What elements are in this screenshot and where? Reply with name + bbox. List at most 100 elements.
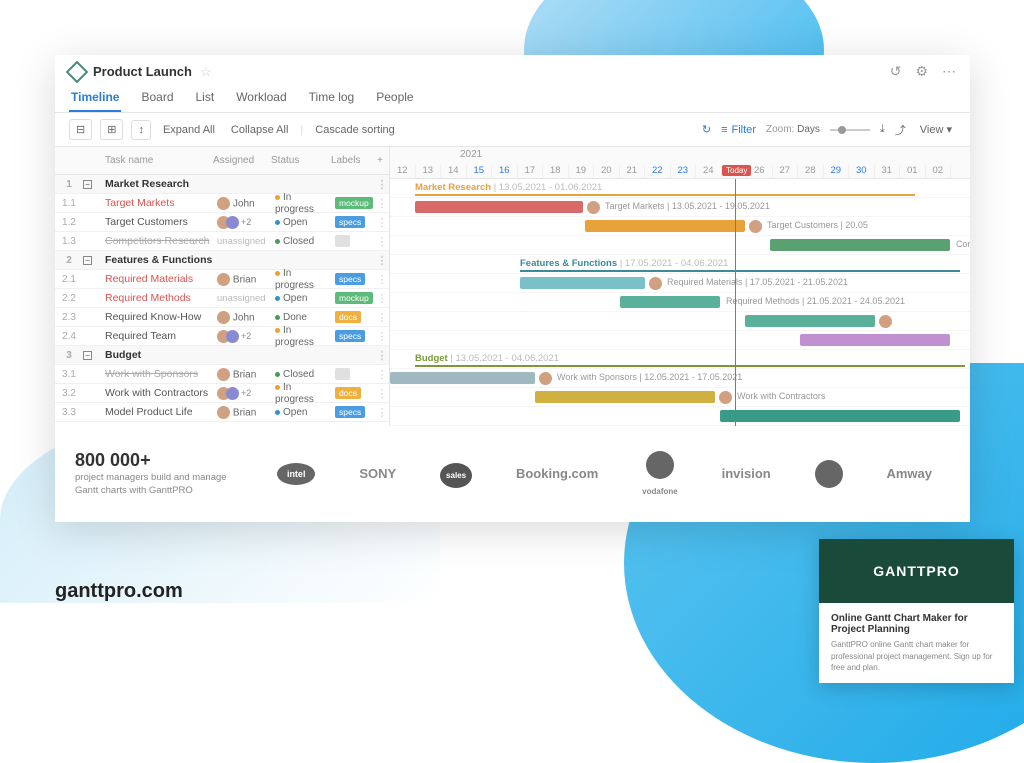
collapse-icon[interactable]: −: [83, 256, 92, 265]
star-icon[interactable]: ☆: [200, 64, 212, 80]
row-menu-icon[interactable]: ⋮: [375, 330, 389, 343]
day-30[interactable]: 30: [849, 165, 875, 178]
tab-time-log[interactable]: Time log: [307, 84, 357, 112]
row-menu-icon[interactable]: ⋮: [375, 311, 389, 324]
chart-row: Work with Sponsors | 12.05.2021 - 17.05.…: [390, 369, 970, 388]
settings-icon[interactable]: ⚙: [915, 63, 928, 80]
day-16[interactable]: 16: [492, 165, 518, 178]
today-badge: Today: [722, 165, 751, 176]
row-menu-icon[interactable]: ⋮: [375, 197, 389, 210]
footer: 800 000+ project managers build and mana…: [55, 426, 970, 522]
tab-timeline[interactable]: Timeline: [69, 84, 121, 112]
cascade-sorting[interactable]: Cascade sorting: [311, 121, 399, 139]
row-menu-icon[interactable]: ⋮: [375, 216, 389, 229]
date-header: 2021 12131415161718192021222324252627282…: [390, 147, 970, 179]
row-menu-icon[interactable]: ⋮: [375, 178, 389, 191]
group-bar-label: Budget | 13.05.2021 - 04.06.2021: [415, 353, 559, 364]
day-19[interactable]: 19: [569, 165, 595, 178]
year-label: 2021: [390, 147, 970, 160]
day-13[interactable]: 13: [416, 165, 442, 178]
stats-number: 800 000+: [75, 450, 235, 471]
day-17[interactable]: 17: [518, 165, 544, 178]
task-bar[interactable]: [745, 315, 875, 327]
day-24[interactable]: 24: [696, 165, 722, 178]
day-23[interactable]: 23: [671, 165, 697, 178]
row-menu-icon[interactable]: ⋮: [375, 368, 389, 381]
row-menu-icon[interactable]: ⋮: [375, 406, 389, 419]
day-02[interactable]: 02: [926, 165, 952, 178]
task-bar[interactable]: [800, 334, 950, 346]
refresh-icon[interactable]: ↻: [702, 123, 711, 136]
group-bar-label: Market Research | 13.05.2021 - 01.06.202…: [415, 182, 602, 193]
bar-label: Target Markets | 13.05.2021 - 19.05.2021: [605, 201, 770, 211]
add-column-icon[interactable]: +: [371, 147, 389, 174]
day-21[interactable]: 21: [620, 165, 646, 178]
day-01[interactable]: 01: [900, 165, 926, 178]
task-bar[interactable]: [535, 391, 715, 403]
view-dropdown[interactable]: View ▾: [916, 120, 956, 139]
chart-row: Required Materials | 17.05.2021 - 21.05.…: [390, 274, 970, 293]
row-menu-icon[interactable]: ⋮: [375, 292, 389, 305]
chart-row: [390, 312, 970, 331]
task-bar[interactable]: [585, 220, 745, 232]
day-15[interactable]: 15: [467, 165, 493, 178]
day-20[interactable]: 20: [594, 165, 620, 178]
bar-label: Required Materials | 17.05.2021 - 21.05.…: [667, 277, 848, 287]
task-bar[interactable]: [770, 239, 950, 251]
brand-logo-nasa: [815, 460, 843, 488]
task-bar[interactable]: [390, 372, 535, 384]
col-status[interactable]: Status: [269, 147, 329, 174]
day-31[interactable]: 31: [875, 165, 901, 178]
tool-btn-3[interactable]: ↕: [131, 120, 151, 140]
collapse-all[interactable]: Collapse All: [227, 121, 292, 139]
day-14[interactable]: 14: [441, 165, 467, 178]
tab-people[interactable]: People: [374, 84, 415, 112]
share-icon[interactable]: ⤴: [895, 122, 906, 138]
promo-card: GANTTPRO Online Gantt Chart Maker for Pr…: [819, 539, 1014, 683]
brand-logo-salesforce: sales: [440, 466, 472, 481]
collapse-icon[interactable]: −: [83, 180, 92, 189]
row-menu-icon[interactable]: ⋮: [375, 273, 389, 286]
filter-button[interactable]: ≡ Filter: [721, 124, 756, 136]
tool-btn-1[interactable]: ⊟: [69, 119, 92, 140]
chart-area[interactable]: Market Research | 13.05.2021 - 01.06.202…: [390, 179, 970, 426]
tab-workload[interactable]: Workload: [234, 84, 288, 112]
more-icon[interactable]: ⋯: [942, 63, 956, 80]
day-28[interactable]: 28: [798, 165, 824, 178]
row-menu-icon[interactable]: ⋮: [375, 254, 389, 267]
header: Product Launch ☆ ↺ ⚙ ⋯: [55, 55, 970, 84]
app-logo-icon: [66, 60, 89, 83]
task-bar[interactable]: [720, 410, 960, 422]
export-icon[interactable]: ⤓: [880, 123, 885, 136]
collapse-icon[interactable]: −: [83, 351, 92, 360]
task-bar[interactable]: [520, 277, 645, 289]
chart-row: Required Methods | 21.05.2021 - 24.05.20…: [390, 293, 970, 312]
row-menu-icon[interactable]: ⋮: [375, 349, 389, 362]
day-27[interactable]: 27: [773, 165, 799, 178]
group-bar-label: Features & Functions | 17.05.2021 - 04.0…: [520, 258, 728, 269]
chart-row: Features & Functions | 17.05.2021 - 04.0…: [390, 255, 970, 274]
tool-btn-2[interactable]: ⊞: [100, 119, 123, 140]
day-12[interactable]: 12: [390, 165, 416, 178]
task-bar[interactable]: [415, 201, 583, 213]
day-29[interactable]: 29: [824, 165, 850, 178]
day-18[interactable]: 18: [543, 165, 569, 178]
col-labels[interactable]: Labels: [329, 147, 371, 174]
brand-logos: intelSONYsalesBooking.comvodafoneinvisio…: [259, 451, 950, 497]
task-row[interactable]: 3.3Model Product Life BrianOpenspecs⋮: [55, 403, 389, 422]
history-icon[interactable]: ↺: [890, 63, 902, 80]
tab-board[interactable]: Board: [139, 84, 175, 112]
tab-list[interactable]: List: [194, 84, 217, 112]
row-menu-icon[interactable]: ⋮: [375, 235, 389, 248]
expand-all[interactable]: Expand All: [159, 121, 219, 139]
stats-text: project managers build and manage Gantt …: [75, 471, 235, 498]
task-bar[interactable]: [620, 296, 720, 308]
col-assigned[interactable]: Assigned: [211, 147, 269, 174]
brand-logo-intel: intel: [277, 463, 316, 485]
day-22[interactable]: 22: [645, 165, 671, 178]
tabs: Timeline Board List Workload Time log People: [55, 84, 970, 113]
app-window: Product Launch ☆ ↺ ⚙ ⋯ Timeline Board List…: [55, 55, 970, 522]
brand-logo-booking.com: Booking.com: [516, 466, 598, 481]
chart-row: Budget | 13.05.2021 - 04.06.2021: [390, 350, 970, 369]
row-menu-icon[interactable]: ⋮: [375, 387, 389, 400]
